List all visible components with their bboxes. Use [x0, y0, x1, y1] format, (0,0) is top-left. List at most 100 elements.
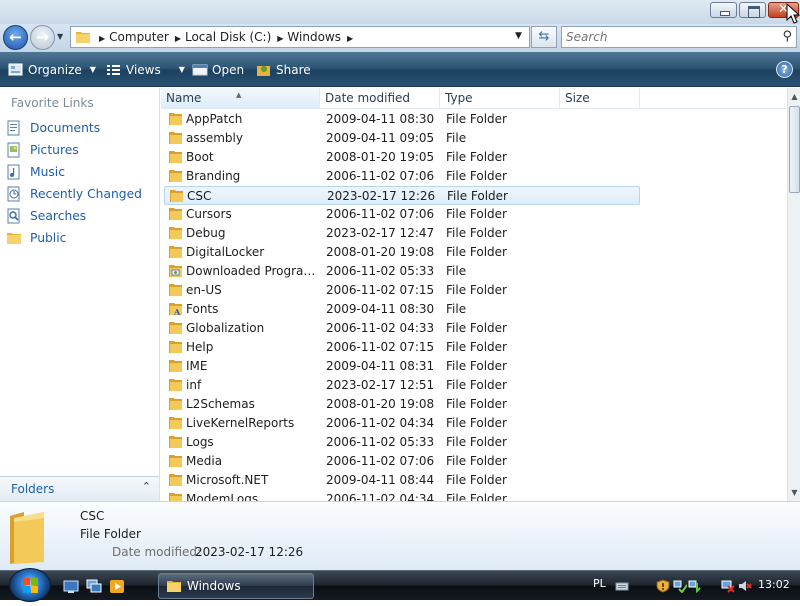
- folder-icon: [168, 169, 183, 183]
- folder-icon: [168, 435, 183, 449]
- start-button[interactable]: [9, 568, 51, 602]
- breadcrumb-computer[interactable]: Computer: [109, 30, 169, 44]
- file-row[interactable]: Boot 2008-01-20 19:05 File Folder: [164, 148, 640, 167]
- file-row[interactable]: DigitalLocker 2008-01-20 19:08 File Folder: [164, 243, 640, 262]
- volume-muted-icon[interactable]: [738, 579, 752, 593]
- file-row[interactable]: Cursors 2006-11-02 07:06 File Folder: [164, 205, 640, 224]
- breadcrumb-separator-icon[interactable]: ▶: [277, 34, 283, 43]
- file-type: File Folder: [446, 435, 507, 449]
- switch-windows-icon[interactable]: [86, 579, 102, 594]
- file-row[interactable]: Downloaded Program ... 2006-11-02 05:33 Fi…: [164, 262, 640, 281]
- media-player-icon[interactable]: [109, 579, 125, 594]
- network-check-icon[interactable]: [673, 579, 687, 593]
- keyboard-icon[interactable]: [615, 579, 629, 593]
- file-row[interactable]: en-US 2006-11-02 07:15 File Folder: [164, 281, 640, 300]
- address-bar[interactable]: ▶ Computer ▶ Local Disk (C:) ▶ Windows ▶ ▼: [70, 26, 530, 48]
- file-name: Branding: [186, 169, 241, 183]
- file-type: File: [446, 264, 467, 278]
- sidebar-item-music[interactable]: Music: [6, 162, 65, 182]
- pictures-icon: [6, 142, 22, 158]
- file-name: Fonts: [186, 302, 219, 316]
- details-type: File Folder: [80, 527, 141, 541]
- file-name: Boot: [186, 150, 214, 164]
- file-list: Name ▲ Date modified Type Size AppPatch 20…: [161, 88, 787, 501]
- file-row[interactable]: L2Schemas 2008-01-20 19:08 File Folder: [164, 395, 640, 414]
- search-icon[interactable]: ⚲: [782, 29, 792, 44]
- sidebar-item-label: Public: [30, 231, 67, 245]
- file-row[interactable]: IME 2009-04-11 08:31 File Folder: [164, 357, 640, 376]
- file-row[interactable]: AppPatch 2009-04-11 08:30 File Folder: [164, 110, 640, 129]
- file-type: File Folder: [446, 340, 507, 354]
- sidebar-item-pictures[interactable]: Pictures: [6, 140, 79, 160]
- show-desktop-icon[interactable]: [63, 579, 79, 594]
- column-header-date[interactable]: Date modified: [320, 88, 440, 109]
- share-button[interactable]: Share: [256, 60, 311, 80]
- search-box[interactable]: ⚲: [561, 26, 797, 48]
- breadcrumb-separator-icon[interactable]: ▶: [99, 34, 105, 43]
- column-header-name[interactable]: Name ▲: [161, 88, 320, 109]
- file-row[interactable]: A Fonts 2009-04-11 08:30 File: [164, 300, 640, 319]
- views-label: Views: [126, 63, 161, 77]
- organize-icon: [8, 63, 24, 77]
- file-row[interactable]: Media 2006-11-02 07:06 File Folder: [164, 452, 640, 471]
- file-row[interactable]: Logs 2006-11-02 05:33 File Folder: [164, 433, 640, 452]
- scroll-up-button[interactable]: ▲: [788, 88, 800, 105]
- help-icon[interactable]: ?: [776, 61, 793, 78]
- refresh-button[interactable]: ⇆: [531, 26, 557, 48]
- forward-button[interactable]: →: [30, 25, 55, 50]
- folder-icon: [169, 189, 184, 203]
- file-row[interactable]: Help 2006-11-02 07:15 File Folder: [164, 338, 640, 357]
- open-button[interactable]: Open: [192, 60, 244, 80]
- file-row[interactable]: Microsoft.NET 2009-04-11 08:44 File Folder: [164, 471, 640, 490]
- sidebar-item-documents[interactable]: Documents: [6, 118, 100, 138]
- taskbar-button-windows-explorer[interactable]: Windows: [158, 573, 314, 599]
- windows-logo-icon: [23, 578, 38, 593]
- back-button[interactable]: ←: [3, 25, 28, 50]
- sidebar-item-public[interactable]: Public: [6, 228, 66, 248]
- column-header-size[interactable]: Size: [560, 88, 640, 109]
- file-type: File Folder: [446, 492, 507, 501]
- file-row[interactable]: assembly 2009-04-11 09:05 File: [164, 129, 640, 148]
- scroll-thumb[interactable]: [789, 106, 800, 193]
- search-input[interactable]: [566, 30, 766, 44]
- file-name: L2Schemas: [186, 397, 255, 411]
- file-row[interactable]: Globalization 2006-11-02 04:33 File Folder: [164, 319, 640, 338]
- recent-pages-dropdown[interactable]: ▼: [57, 32, 67, 42]
- sidebar-item-recently-changed[interactable]: Recently Changed: [6, 184, 142, 204]
- breadcrumb: ▶ Computer ▶ Local Disk (C:) ▶ Windows ▶: [97, 30, 357, 44]
- folders-toggle[interactable]: Folders ⌃: [0, 476, 159, 501]
- file-name: Help: [186, 340, 214, 354]
- file-row[interactable]: Debug 2023-02-17 12:47 File Folder: [164, 224, 640, 243]
- file-row[interactable]: ModemLogs 2006-11-02 04:34 File Folder: [164, 490, 640, 501]
- updates-icon[interactable]: [688, 579, 702, 593]
- file-name: CSC: [187, 189, 212, 203]
- breadcrumb-local-disk[interactable]: Local Disk (C:): [185, 30, 271, 44]
- file-date: 2006-11-02 07:06: [326, 454, 435, 468]
- breadcrumb-separator-icon[interactable]: ▶: [175, 34, 181, 43]
- file-row[interactable]: Branding 2006-11-02 07:06 File Folder: [164, 167, 640, 186]
- clock[interactable]: 13:02: [758, 578, 790, 591]
- folders-label: Folders: [11, 482, 55, 496]
- network-disconnected-icon[interactable]: [721, 579, 735, 593]
- file-name: Logs: [186, 435, 214, 449]
- folder-icon: [168, 359, 183, 373]
- breadcrumb-windows[interactable]: Windows: [287, 30, 341, 44]
- refresh-icon: ⇆: [538, 29, 550, 44]
- maximize-button[interactable]: [739, 2, 766, 18]
- file-row[interactable]: CSC 2023-02-17 12:26 File Folder: [164, 186, 640, 205]
- sidebar-item-searches[interactable]: Searches: [6, 206, 86, 226]
- address-dropdown-icon[interactable]: ▼: [515, 31, 522, 41]
- security-shield-icon[interactable]: [656, 579, 670, 593]
- vertical-scrollbar[interactable]: ▲ ▼: [787, 88, 800, 501]
- breadcrumb-separator-icon[interactable]: ▶: [347, 34, 353, 43]
- organize-button[interactable]: Organize ▼: [8, 60, 96, 80]
- file-date: 2006-11-02 05:33: [326, 264, 435, 278]
- scroll-down-button[interactable]: ▼: [788, 484, 800, 501]
- file-row[interactable]: inf 2023-02-17 12:51 File Folder: [164, 376, 640, 395]
- column-header-type[interactable]: Type: [440, 88, 560, 109]
- minimize-button[interactable]: [710, 2, 737, 18]
- views-button[interactable]: Views ▼: [106, 60, 185, 80]
- file-row[interactable]: LiveKernelReports 2006-11-02 04:34 File Fo…: [164, 414, 640, 433]
- language-indicator[interactable]: PL: [593, 577, 606, 590]
- details-date-value: 2023-02-17 12:26: [195, 545, 304, 559]
